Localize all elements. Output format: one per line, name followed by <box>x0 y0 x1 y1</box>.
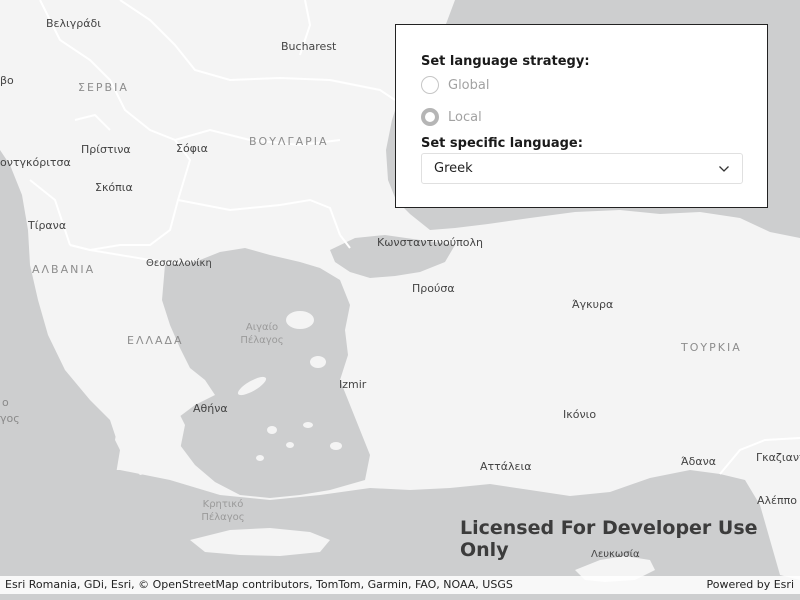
radio-local-label: Local <box>448 109 482 125</box>
lesbos-island <box>286 311 314 329</box>
label-izmir: Izmir <box>339 378 367 391</box>
label-cretan-sea: Κρητικό Πέλαγος <box>188 498 258 524</box>
chios-island <box>310 356 326 368</box>
label-bulgaria: ΒΟΥΛΓΑΡΙΑ <box>249 135 329 148</box>
cyclades-island-3 <box>303 422 313 428</box>
cyclades-island-4 <box>256 455 264 461</box>
cyclades-island-2 <box>286 442 294 448</box>
cyclades-island-1 <box>267 426 277 434</box>
radio-local[interactable]: Local <box>421 108 482 126</box>
label-aleppo: Αλέππο <box>757 494 797 507</box>
label-cretan-line2: Πέλαγος <box>201 512 245 523</box>
label-antalya: Αττάλεια <box>480 460 532 473</box>
language-title: Set specific language: <box>421 136 583 151</box>
label-albania: ΑΛΒΑΝΙΑ <box>32 263 96 276</box>
label-cretan-line1: Κρητικό <box>202 499 244 510</box>
label-edge-gos: γος <box>0 412 20 425</box>
label-bucharest: Bucharest <box>281 40 337 53</box>
radio-global-label: Global <box>448 77 490 93</box>
label-athens: Αθήνα <box>193 402 228 415</box>
radio-global-circle[interactable] <box>421 76 439 94</box>
radio-global[interactable]: Global <box>421 76 489 94</box>
language-panel: Set language strategy: Global Local Set … <box>395 24 768 208</box>
label-aegean-line1: Αιγαίο <box>245 322 279 333</box>
language-select-value: Greek <box>434 161 473 176</box>
label-konya: Ικόνιο <box>563 408 597 421</box>
label-constantinople: Κωνσταντινούπολη <box>377 236 483 249</box>
language-select[interactable]: Greek <box>421 153 743 184</box>
label-turkey: ΤΟΥΡΚΙΑ <box>681 341 742 354</box>
label-pristina: Πρίστινα <box>81 143 131 156</box>
label-ankara: Άγκυρα <box>572 298 614 311</box>
dodecanese-island <box>330 442 342 450</box>
label-podgorica: οντγκόριτσα <box>0 156 71 169</box>
label-gaziantep: Γκαζιαντ <box>756 451 800 464</box>
attribution-text[interactable]: Esri Romania, GDi, Esri, © OpenStreetMap… <box>5 578 513 591</box>
label-adana: Άδανα <box>681 455 716 468</box>
label-aegean-sea: Αιγαίο Πέλαγος <box>237 321 287 347</box>
label-greece: ΕΛΛΑΔΑ <box>127 334 184 347</box>
label-skopje: Σκόπια <box>95 181 133 194</box>
label-edge-o: ο <box>2 396 9 409</box>
label-edge-bo: βο <box>0 74 14 87</box>
label-sofia: Σόφια <box>176 142 208 155</box>
label-belgrade: Βελιγράδι <box>46 17 101 30</box>
radio-local-circle[interactable] <box>421 108 439 126</box>
label-serbia: ΣΕΡΒΙΑ <box>78 81 129 94</box>
label-bursa: Προύσα <box>412 282 455 295</box>
label-tirana: Τίρανα <box>28 219 67 232</box>
label-thessaloniki: Θεσσαλονίκη <box>146 258 212 269</box>
attribution-bar: Esri Romania, GDi, Esri, © OpenStreetMap… <box>0 576 800 594</box>
chevron-down-icon <box>718 160 730 178</box>
powered-by-link[interactable]: Powered by Esri <box>706 578 794 591</box>
developer-watermark: Licensed For Developer Use Only <box>460 517 758 561</box>
strategy-title: Set language strategy: <box>421 54 590 69</box>
label-aegean-line2: Πέλαγος <box>240 335 284 346</box>
